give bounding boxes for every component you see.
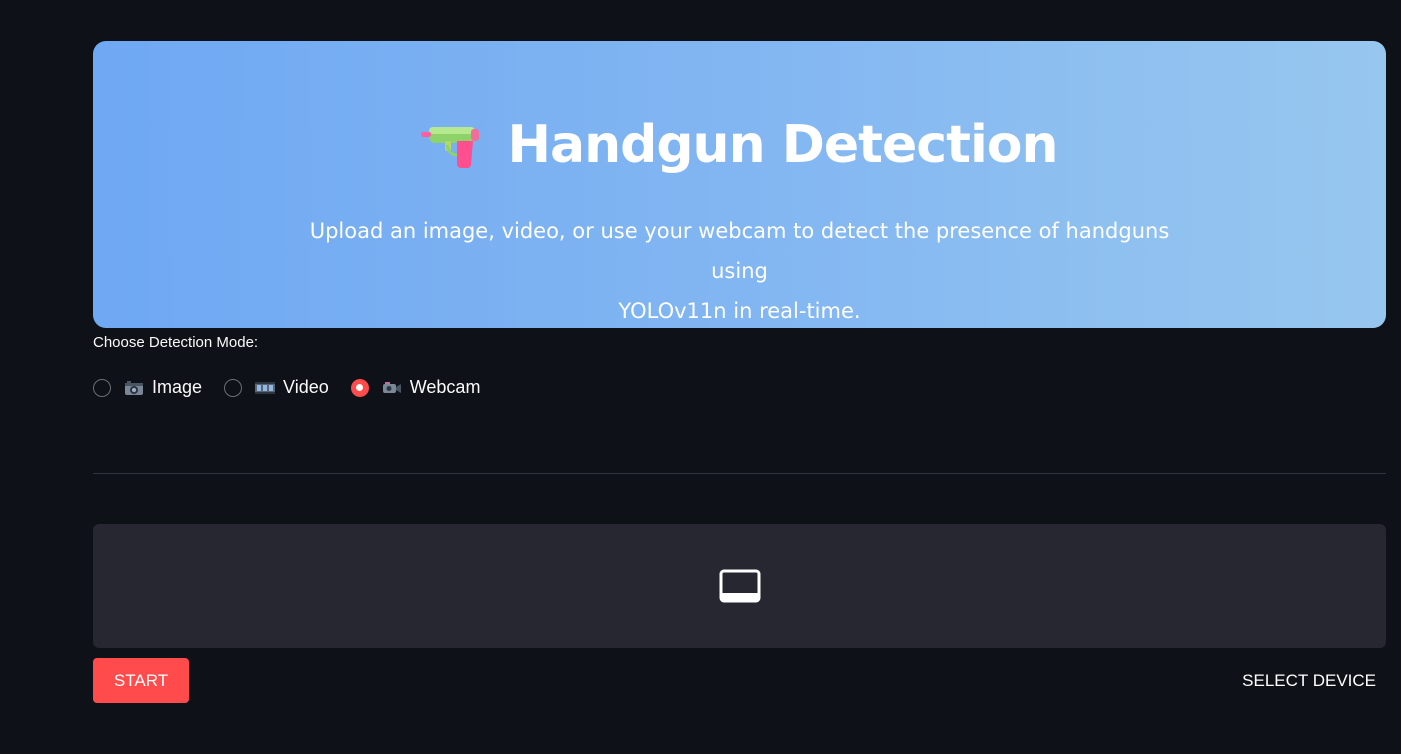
mode-option-webcam[interactable]: Webcam xyxy=(350,377,481,398)
camera-icon xyxy=(125,380,143,395)
page-title: Handgun Detection xyxy=(507,115,1058,175)
mode-option-webcam-label: Webcam xyxy=(409,377,481,397)
section-divider xyxy=(93,473,1386,474)
hero-subtitle-line-1: Upload an image, video, or use your webc… xyxy=(309,219,1170,283)
mode-option-image-label: Image xyxy=(152,377,203,397)
mode-option-video-label: Video xyxy=(283,377,329,397)
water-pistol-icon xyxy=(421,127,480,169)
hero-banner: Handgun Detection Upload an image, video… xyxy=(93,41,1386,328)
video-camera-icon xyxy=(382,381,401,393)
detection-mode-radio-group: Image Video Webcam xyxy=(93,377,480,398)
webcam-preview-area xyxy=(93,524,1386,648)
hero-subtitle-line-2: YOLOv11n in real-time. xyxy=(618,299,861,323)
start-button[interactable]: START xyxy=(93,658,189,703)
select-device-button[interactable]: SELECT DEVICE xyxy=(1232,658,1386,703)
mode-option-video[interactable]: Video xyxy=(224,377,329,398)
screen-icon xyxy=(719,569,760,603)
radio-button-image[interactable] xyxy=(93,378,111,397)
radio-button-video[interactable] xyxy=(224,378,243,397)
mode-option-image[interactable]: Image xyxy=(93,377,202,398)
radio-button-webcam[interactable] xyxy=(350,378,369,397)
detection-mode-label: Choose Detection Mode: xyxy=(93,334,259,351)
hero-subtitle: Upload an image, video, or use your webc… xyxy=(280,211,1200,331)
mode-option-image-text: Image xyxy=(124,377,202,398)
film-frames-icon xyxy=(255,381,276,394)
mode-option-webcam-text: Webcam xyxy=(382,377,481,398)
hero-title-row: Handgun Detection xyxy=(93,117,1386,173)
mode-option-video-text: Video xyxy=(255,377,329,398)
